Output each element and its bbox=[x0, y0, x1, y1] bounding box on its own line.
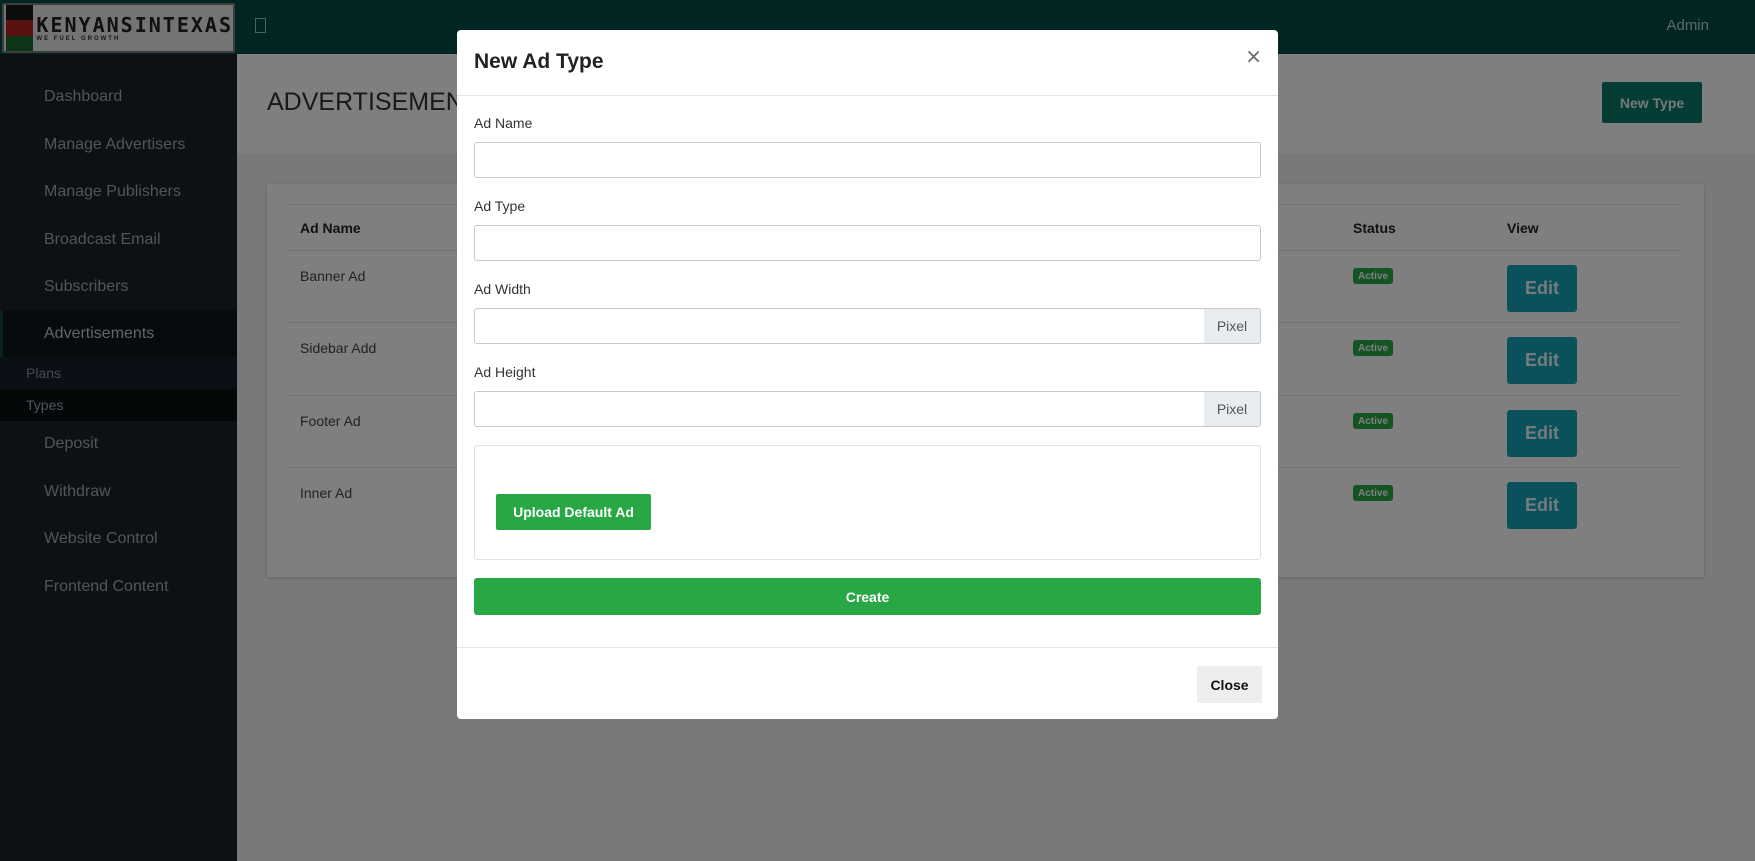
ad-width-label: Ad Width bbox=[474, 281, 531, 297]
ad-width-input[interactable] bbox=[474, 308, 1205, 344]
close-icon[interactable]: × bbox=[1245, 44, 1262, 68]
modal-footer: Close bbox=[457, 647, 1278, 719]
close-button[interactable]: Close bbox=[1197, 666, 1262, 703]
ad-name-input[interactable] bbox=[474, 142, 1261, 178]
modal-header: New Ad Type × bbox=[457, 30, 1278, 96]
create-button[interactable]: Create bbox=[474, 578, 1261, 615]
upload-default-ad-button[interactable]: Upload Default Ad bbox=[496, 494, 651, 530]
ad-height-unit: Pixel bbox=[1204, 391, 1261, 427]
ad-height-label: Ad Height bbox=[474, 364, 536, 380]
modal-title: New Ad Type bbox=[474, 50, 604, 73]
ad-height-input[interactable] bbox=[474, 391, 1205, 427]
ad-type-label: Ad Type bbox=[474, 198, 526, 214]
ad-type-input[interactable] bbox=[474, 225, 1261, 261]
ad-name-label: Ad Name bbox=[474, 115, 533, 131]
upload-area: Upload Default Ad bbox=[474, 445, 1261, 560]
new-ad-type-modal: New Ad Type × Ad Name Ad Type Ad Width P… bbox=[457, 30, 1278, 719]
ad-width-unit: Pixel bbox=[1204, 308, 1261, 344]
